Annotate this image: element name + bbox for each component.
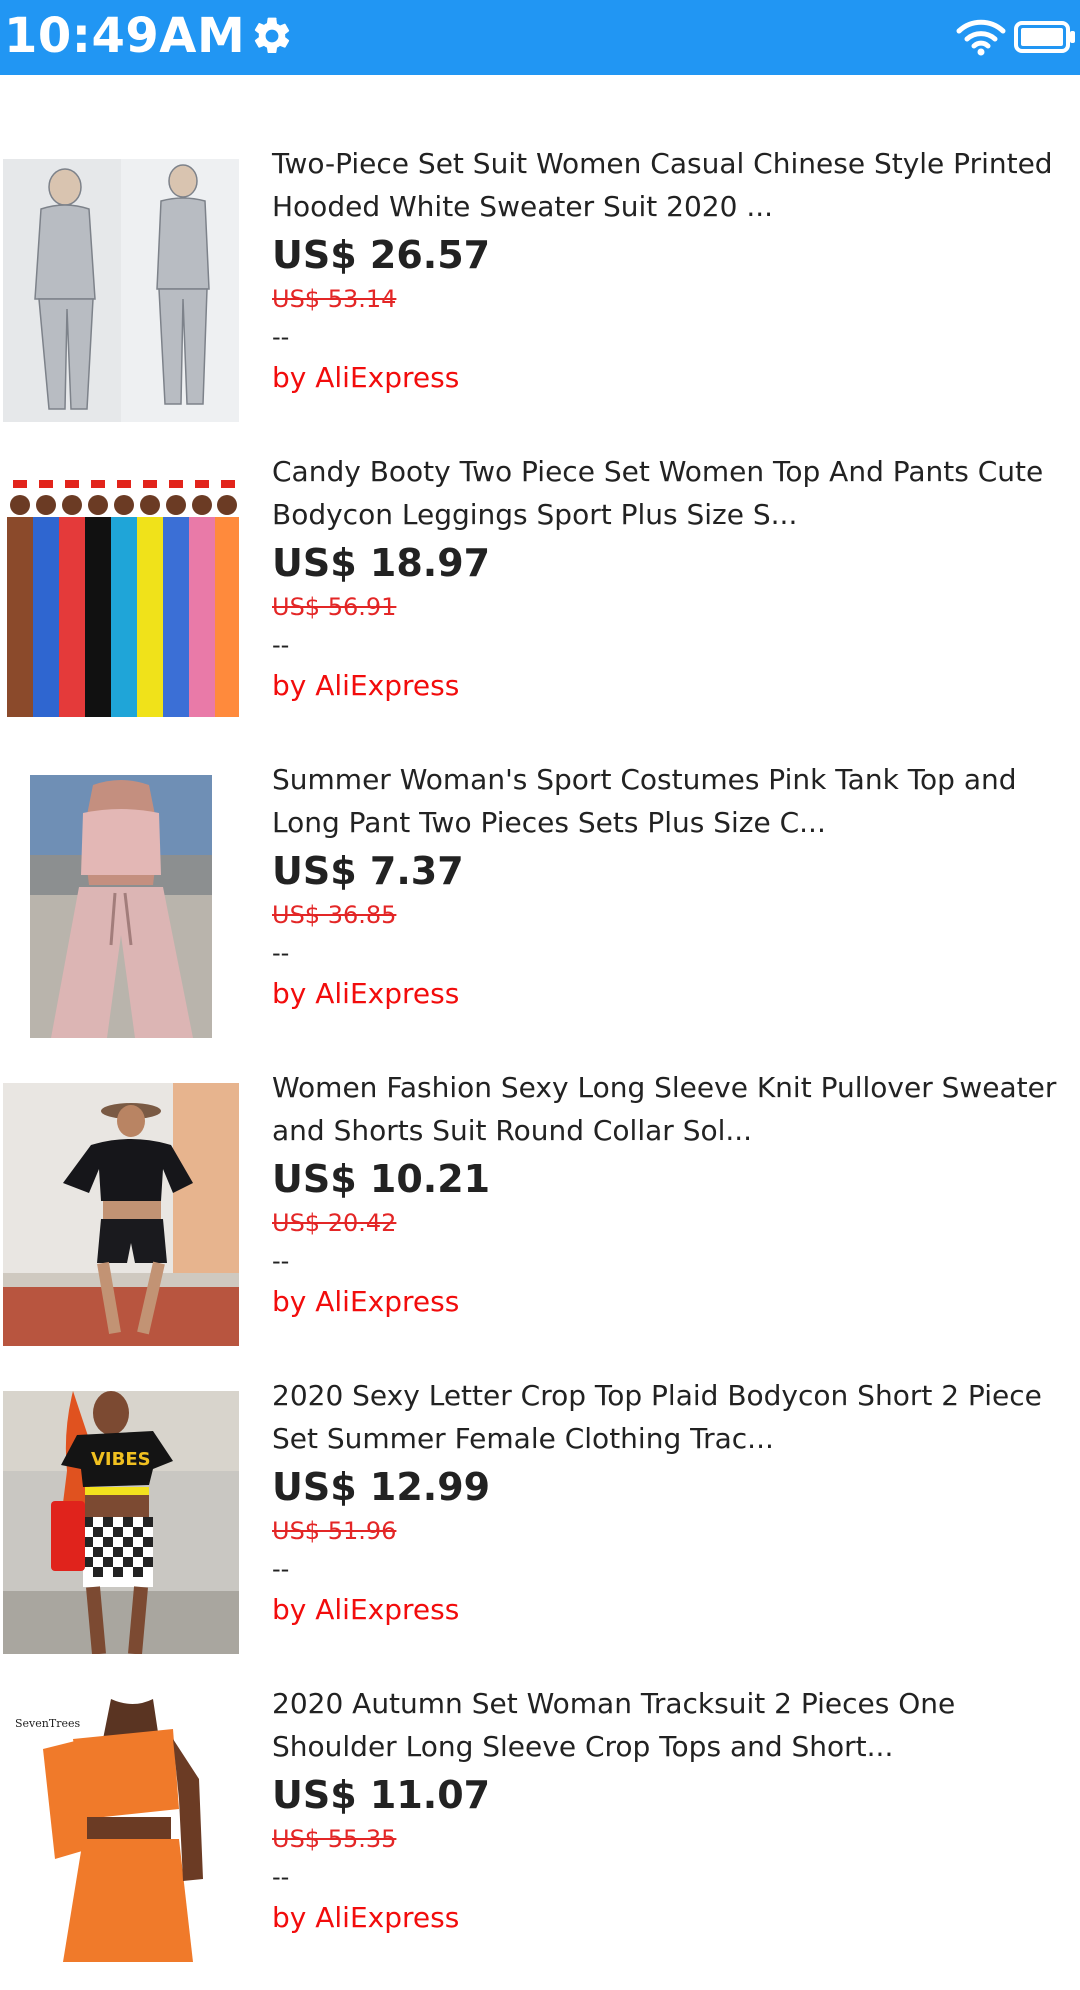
product-price: US$ 26.57 bbox=[272, 233, 491, 277]
product-image[interactable] bbox=[3, 159, 239, 422]
product-info: Summer Woman's Sport Costumes Pink Tank … bbox=[272, 758, 1072, 1014]
product-image[interactable]: VIBES bbox=[3, 1391, 239, 1654]
product-image[interactable] bbox=[3, 775, 239, 1038]
product-image[interactable]: SevenTrees bbox=[3, 1699, 239, 1962]
product-rating-placeholder: -- bbox=[272, 631, 290, 659]
product-price: US$ 18.97 bbox=[272, 541, 491, 585]
product-title[interactable]: Two-Piece Set Suit Women Casual Chinese … bbox=[272, 142, 1072, 228]
battery-icon bbox=[1014, 21, 1075, 53]
wifi-icon bbox=[956, 19, 1006, 56]
product-title[interactable]: 2020 Sexy Letter Crop Top Plaid Bodycon … bbox=[272, 1374, 1072, 1460]
product-old-price: US$ 36.85 bbox=[272, 901, 397, 929]
product-old-price: US$ 51.96 bbox=[272, 1517, 397, 1545]
gear-icon bbox=[254, 17, 290, 54]
product-old-price: US$ 20.42 bbox=[272, 1209, 397, 1237]
product-rating-placeholder: -- bbox=[272, 1247, 290, 1275]
product-list: Two-Piece Set Suit Women Casual Chinese … bbox=[0, 142, 1080, 1990]
product-title[interactable]: Candy Booty Two Piece Set Women Top And … bbox=[272, 450, 1072, 536]
product-price: US$ 7.37 bbox=[272, 849, 464, 893]
product-item[interactable]: Women Fashion Sexy Long Sleeve Knit Pull… bbox=[0, 1066, 1080, 1374]
product-title[interactable]: Women Fashion Sexy Long Sleeve Knit Pull… bbox=[272, 1066, 1072, 1152]
product-rating-placeholder: -- bbox=[272, 1555, 290, 1583]
product-rating-placeholder: -- bbox=[272, 1863, 290, 1891]
product-price: US$ 12.99 bbox=[272, 1465, 491, 1509]
product-item[interactable]: SevenTrees 2020 Autumn Set Woman Tracksu… bbox=[0, 1682, 1080, 1990]
product-price: US$ 11.07 bbox=[272, 1773, 491, 1817]
product-old-price: US$ 53.14 bbox=[272, 285, 397, 313]
product-item[interactable]: Candy Booty Two Piece Set Women Top And … bbox=[0, 450, 1080, 758]
svg-text:VIBES: VIBES bbox=[91, 1449, 151, 1470]
product-title[interactable]: Summer Woman's Sport Costumes Pink Tank … bbox=[272, 758, 1072, 844]
product-info: 2020 Sexy Letter Crop Top Plaid Bodycon … bbox=[272, 1374, 1072, 1630]
product-seller[interactable]: by AliExpress bbox=[272, 1282, 1072, 1322]
product-price: US$ 10.21 bbox=[272, 1157, 491, 1201]
status-bar: 10:49AM bbox=[0, 0, 1080, 75]
product-seller[interactable]: by AliExpress bbox=[272, 358, 1072, 398]
product-old-price: US$ 55.35 bbox=[272, 1825, 397, 1853]
product-title[interactable]: 2020 Autumn Set Woman Tracksuit 2 Pieces… bbox=[272, 1682, 1072, 1768]
product-image[interactable] bbox=[3, 1083, 239, 1346]
status-time: 10:49AM bbox=[4, 8, 246, 64]
product-item[interactable]: Two-Piece Set Suit Women Casual Chinese … bbox=[0, 142, 1080, 450]
product-item[interactable]: Summer Woman's Sport Costumes Pink Tank … bbox=[0, 758, 1080, 1066]
product-old-price: US$ 56.91 bbox=[272, 593, 397, 621]
svg-text:SevenTrees: SevenTrees bbox=[15, 1717, 80, 1730]
product-info: Candy Booty Two Piece Set Women Top And … bbox=[272, 450, 1072, 706]
product-seller[interactable]: by AliExpress bbox=[272, 974, 1072, 1014]
product-info: Women Fashion Sexy Long Sleeve Knit Pull… bbox=[272, 1066, 1072, 1322]
product-info: 2020 Autumn Set Woman Tracksuit 2 Pieces… bbox=[272, 1682, 1072, 1938]
product-info: Two-Piece Set Suit Women Casual Chinese … bbox=[272, 142, 1072, 398]
product-seller[interactable]: by AliExpress bbox=[272, 1590, 1072, 1630]
product-image[interactable] bbox=[3, 467, 239, 730]
product-rating-placeholder: -- bbox=[272, 323, 290, 351]
product-seller[interactable]: by AliExpress bbox=[272, 666, 1072, 706]
product-seller[interactable]: by AliExpress bbox=[272, 1898, 1072, 1938]
product-item[interactable]: VIBES 2020 Sexy Letter Crop Top Plaid Bo… bbox=[0, 1374, 1080, 1682]
product-rating-placeholder: -- bbox=[272, 939, 290, 967]
